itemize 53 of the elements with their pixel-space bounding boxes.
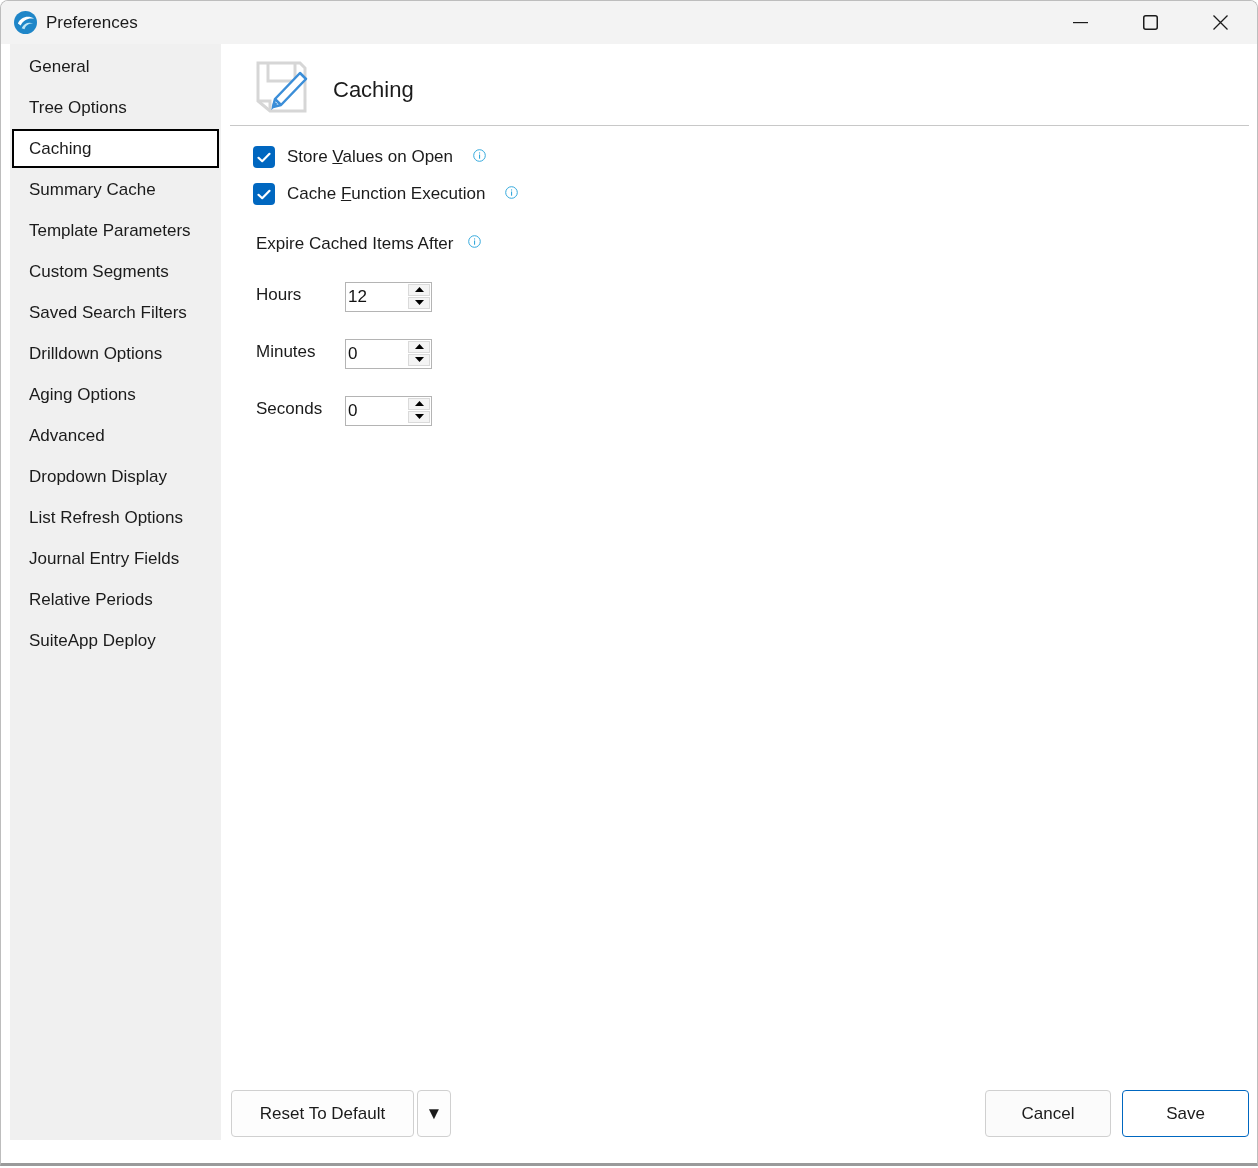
sidebar-item[interactable]: Journal Entry Fields	[12, 539, 219, 578]
sidebar-item[interactable]: Saved Search Filters	[12, 293, 219, 332]
action-button[interactable]: Cancel	[985, 1090, 1111, 1137]
close-icon	[1212, 15, 1228, 30]
field-label: Seconds	[256, 397, 324, 420]
sidebar-item[interactable]: Advanced	[12, 416, 219, 455]
maximize-icon	[1142, 15, 1158, 30]
number-field[interactable]: 0	[345, 338, 432, 369]
triangle-up-icon	[414, 287, 424, 292]
default-action-button[interactable]: Save	[1122, 1090, 1249, 1137]
triangle-up-icon	[414, 344, 424, 349]
spin-down-button[interactable]	[408, 410, 430, 423]
section-label: Expire Cached Items After	[256, 233, 454, 255]
spin-up-button[interactable]	[408, 283, 430, 296]
checkbox[interactable]	[253, 146, 275, 168]
triangle-down-icon	[414, 414, 424, 419]
info-icon	[473, 148, 487, 162]
sidebar-item[interactable]: Relative Periods	[12, 580, 219, 619]
page-title: Caching	[333, 75, 414, 104]
sidebar-item[interactable]: Custom Segments	[12, 252, 219, 291]
field-label: Hours	[256, 283, 303, 306]
spin-up-button[interactable]	[408, 397, 430, 410]
sidebar-item[interactable]: General	[12, 47, 219, 86]
info-icon	[468, 235, 482, 249]
number-field[interactable]: 0	[345, 395, 432, 426]
sidebar-item[interactable]: SuiteApp Deploy	[12, 621, 219, 660]
sidebar-item[interactable]: Dropdown Display	[12, 457, 219, 496]
field-label: Minutes	[256, 340, 317, 363]
sidebar-item[interactable]: Tree Options	[12, 88, 219, 127]
checkmark-icon	[257, 188, 271, 200]
triangle-up-icon	[414, 401, 424, 406]
number-field[interactable]: 12	[345, 281, 432, 312]
spin-down-button[interactable]	[408, 353, 430, 366]
dropdown-button[interactable]: ▼	[417, 1090, 451, 1137]
sidebar-item[interactable]: Summary Cache	[12, 170, 219, 209]
minimize-icon	[1072, 21, 1088, 24]
sidebar-item[interactable]: Aging Options	[12, 375, 219, 414]
sidebar-item[interactable]: List Refresh Options	[12, 498, 219, 537]
triangle-down-icon	[414, 300, 424, 305]
sidebar-item[interactable]: Drilldown Options	[12, 334, 219, 373]
sidebar-item[interactable]: Caching	[12, 129, 219, 168]
info-icon	[505, 185, 519, 199]
option-label: Store Values on Open	[287, 146, 454, 169]
app-logo-icon	[14, 11, 37, 34]
checkbox[interactable]	[253, 183, 275, 205]
spin-down-button[interactable]	[408, 296, 430, 309]
triangle-down-icon	[414, 357, 424, 362]
option-label: Cache Function Execution	[287, 183, 486, 206]
sidebar-item[interactable]: Template Parameters	[12, 211, 219, 250]
reset-button[interactable]: Reset To Default	[231, 1090, 414, 1137]
window-title: Preferences	[46, 11, 138, 34]
spin-up-button[interactable]	[408, 340, 430, 353]
checkmark-icon	[257, 151, 271, 163]
